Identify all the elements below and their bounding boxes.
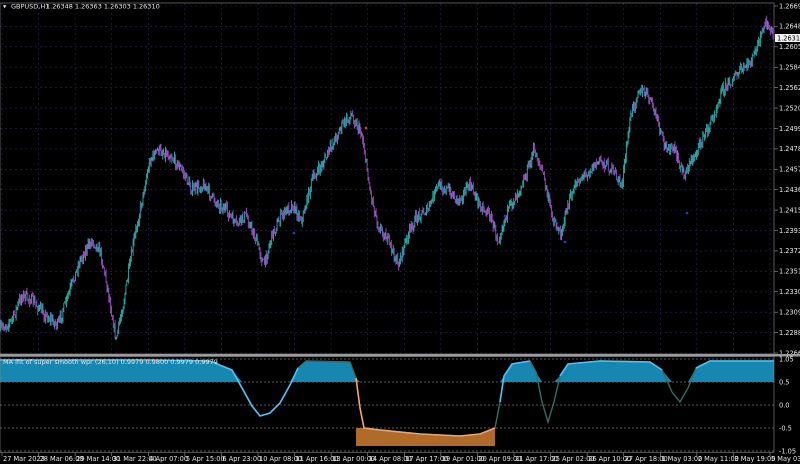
indicator-tick-label: -0.5	[779, 424, 792, 432]
current-price-tag: 1.26310	[775, 34, 800, 42]
time-tick-label: 5 May 03:00	[771, 455, 800, 463]
price-tick-label: 1.25625	[779, 84, 800, 92]
time-tick-label: 5 Apr 15:00	[186, 455, 225, 463]
chart-background	[0, 0, 800, 464]
price-tick-label: 1.26055	[779, 43, 800, 51]
price-tick-label: 1.26480	[779, 23, 800, 31]
time-tick-label: 3 May 19:00	[734, 455, 775, 463]
signal-marker	[364, 126, 368, 130]
time-axis[interactable]: 27 Mar 202328 Mar 06:0029 Mar 14:0031 Ma…	[1, 452, 800, 464]
indicator-tick-label: 0.5	[779, 378, 790, 386]
price-tick-label: 1.25205	[779, 104, 800, 112]
price-tick-label: 1.24570	[779, 166, 800, 174]
time-tick-label: 1 May 03:00	[661, 455, 702, 463]
indicator-tick-label: 0.0	[779, 401, 790, 409]
indicator-label: MA lfit of super smooth wpr (26,10) 0.99…	[3, 358, 218, 366]
signal-marker	[292, 231, 296, 235]
price-tick-label: 1.24150	[779, 206, 800, 214]
price-tick-label: 1.25840	[779, 64, 800, 72]
price-tick-label: 1.24995	[779, 125, 800, 133]
signal-marker	[563, 240, 567, 244]
price-tick-label: 1.23935	[779, 227, 800, 235]
time-tick-label: 2 May 11:00	[698, 455, 739, 463]
time-tick-label: 6 Apr 23:00	[222, 455, 261, 463]
price-tick-label: 1.24780	[779, 145, 800, 153]
symbol-label: GBPUSD,H1	[11, 3, 49, 11]
pane-separator[interactable]	[0, 354, 800, 357]
price-tick-label: 1.23300	[779, 288, 800, 296]
signal-marker	[503, 214, 507, 218]
indicator-tick-label: 1.05	[779, 355, 794, 363]
price-tick-label: 1.24360	[779, 186, 800, 194]
price-tick-label: 1.23090	[779, 308, 800, 316]
signal-marker	[685, 211, 689, 215]
price-tick-label: 1.26690	[779, 2, 800, 10]
price-tick-label: 1.23510	[779, 268, 800, 276]
time-tick-label: 4 Apr 07:00	[149, 455, 188, 463]
current-price-label: 1.26310	[777, 34, 800, 42]
symbol-header: ▾ GBPUSD,H1 1.26348 1.26363 1.26303 1.26…	[3, 3, 160, 11]
price-tick-label: 1.22880	[779, 329, 800, 337]
ohlc-label: 1.26348 1.26363 1.26303 1.26310	[46, 3, 160, 11]
trading-chart[interactable]: ▾ GBPUSD,H1 1.26348 1.26363 1.26303 1.26…	[0, 0, 800, 464]
price-tick-label: 1.23720	[779, 247, 800, 255]
time-tick-label: 27 Mar 2023	[3, 455, 45, 463]
